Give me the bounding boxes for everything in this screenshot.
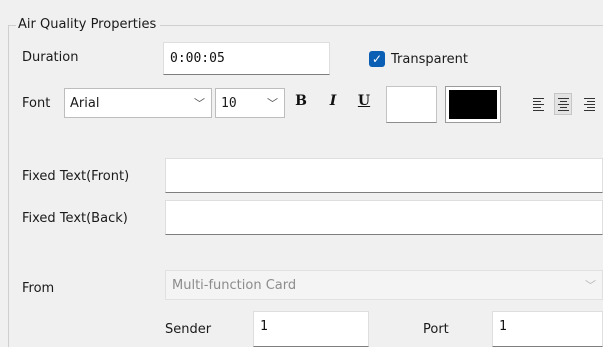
font-label: Font: [22, 96, 51, 111]
bold-button[interactable]: B: [292, 93, 310, 109]
font-size-select[interactable]: 10 ﹀: [215, 88, 285, 118]
font-family-value: Arial: [70, 95, 100, 111]
font-size-value: 10: [221, 95, 237, 111]
fixed-text-front-input[interactable]: [165, 158, 603, 193]
align-right-icon: [583, 97, 595, 111]
duration-value: 0:00:05: [170, 51, 225, 66]
fixed-text-front-label: Fixed Text(Front): [22, 169, 130, 184]
transparent-checkbox[interactable]: ✓: [369, 51, 385, 67]
align-left-icon: [532, 97, 544, 111]
sender-label: Sender: [165, 322, 212, 337]
port-label: Port: [423, 322, 449, 337]
align-right-button[interactable]: [580, 93, 598, 115]
font-family-select[interactable]: Arial ﹀: [64, 88, 212, 118]
group-title: Air Quality Properties: [16, 17, 161, 32]
align-left-button[interactable]: [529, 93, 547, 115]
underline-button[interactable]: U: [355, 93, 373, 109]
chevron-down-icon: ﹀: [194, 97, 205, 110]
foreground-color-swatch[interactable]: [386, 86, 437, 123]
from-value: Multi-function Card: [172, 277, 297, 293]
from-label: From: [22, 281, 55, 296]
from-select[interactable]: Multi-function Card ﹀: [165, 270, 603, 300]
fixed-text-back-label: Fixed Text(Back): [22, 211, 128, 226]
port-input[interactable]: 1: [492, 311, 603, 347]
duration-label: Duration: [22, 50, 79, 65]
fixed-text-back-input[interactable]: [165, 200, 603, 235]
sender-value: 1: [260, 319, 268, 334]
check-icon: ✓: [371, 52, 383, 66]
background-color-swatch: [449, 90, 497, 119]
align-center-icon: [557, 97, 569, 111]
transparent-checkbox-row[interactable]: ✓ Transparent: [369, 51, 468, 67]
sender-input[interactable]: 1: [253, 311, 369, 347]
chevron-down-icon: ﹀: [267, 97, 278, 110]
transparent-label: Transparent: [391, 51, 468, 67]
chevron-down-icon: ﹀: [585, 279, 596, 292]
italic-button[interactable]: I: [324, 93, 342, 109]
background-color-button[interactable]: [445, 86, 501, 123]
duration-input[interactable]: 0:00:05: [163, 42, 330, 75]
align-center-button[interactable]: [554, 93, 572, 115]
group-border-left: [8, 25, 9, 347]
port-value: 1: [499, 319, 507, 334]
